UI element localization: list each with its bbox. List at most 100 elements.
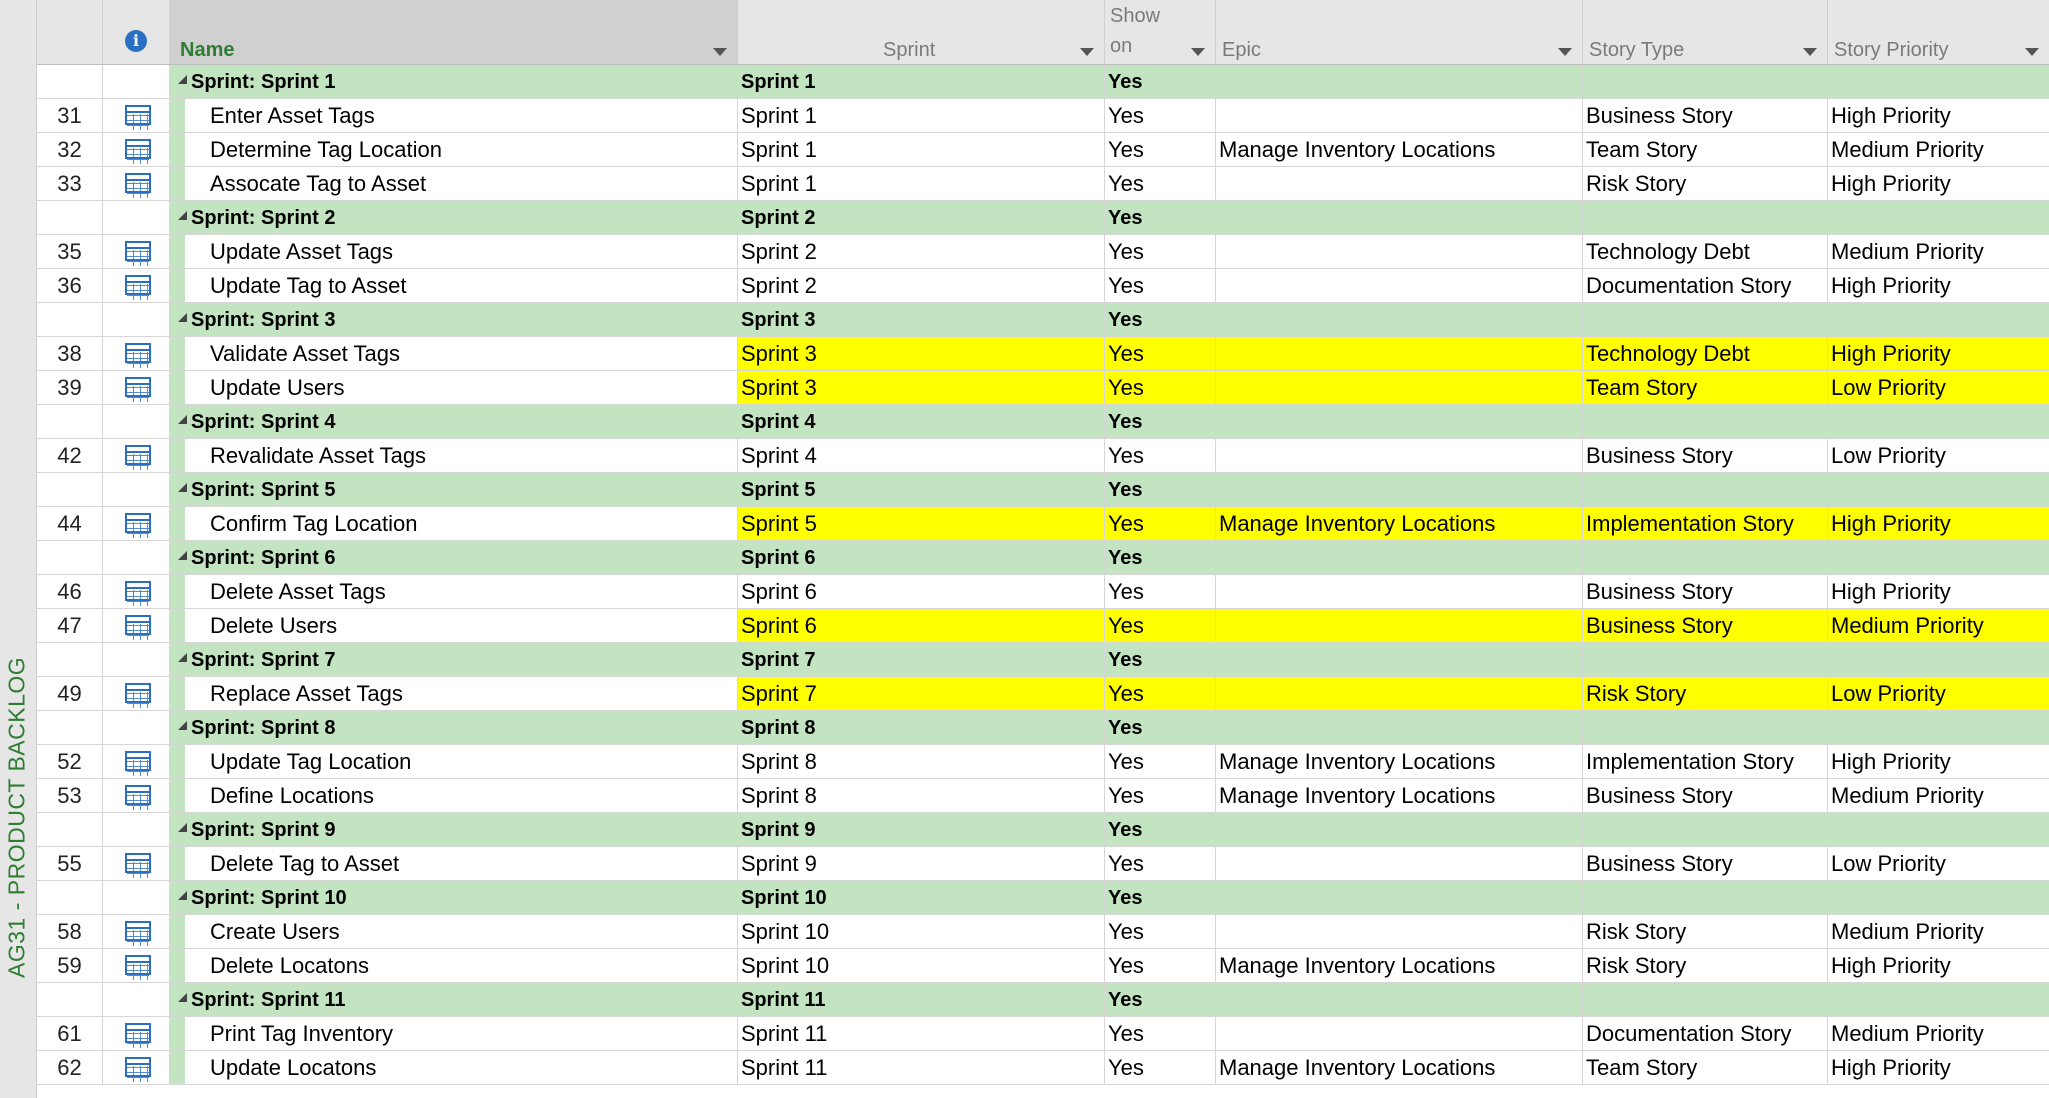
task-name-cell[interactable]: Validate Asset Tags bbox=[170, 337, 738, 370]
epic-cell[interactable]: Manage Inventory Locations bbox=[1216, 133, 1583, 166]
sprint-cell[interactable]: Sprint 1 bbox=[738, 65, 1105, 98]
show-on-cell[interactable]: Yes bbox=[1105, 881, 1216, 914]
row-indicator[interactable] bbox=[103, 473, 170, 506]
story-type-cell[interactable]: Technology Debt bbox=[1583, 235, 1828, 268]
story-priority-cell[interactable]: Low Priority bbox=[1828, 677, 2049, 710]
epic-filter-dropdown-icon[interactable] bbox=[1558, 48, 1572, 56]
show-on-cell[interactable]: Yes bbox=[1105, 609, 1216, 642]
show-on-cell[interactable]: Yes bbox=[1105, 1051, 1216, 1084]
show-on-cell[interactable]: Yes bbox=[1105, 133, 1216, 166]
epic-cell[interactable]: Manage Inventory Locations bbox=[1216, 949, 1583, 982]
task-row[interactable]: 31 Enter Asset Tags Sprint 1 Yes Business St… bbox=[37, 99, 2049, 133]
header-show-on[interactable]: Show on bbox=[1105, 0, 1216, 64]
task-name-cell[interactable]: Update Locatons bbox=[170, 1051, 738, 1084]
task-row[interactable]: 44 Confirm Tag Location Sprint 5 Yes Manage … bbox=[37, 507, 2049, 541]
story-priority-cell[interactable] bbox=[1828, 881, 2049, 914]
row-indicator[interactable] bbox=[103, 677, 170, 710]
story-priority-cell[interactable] bbox=[1828, 473, 2049, 506]
show-on-cell[interactable]: Yes bbox=[1105, 167, 1216, 200]
show-on-cell[interactable]: Yes bbox=[1105, 915, 1216, 948]
story-priority-cell[interactable]: High Priority bbox=[1828, 949, 2049, 982]
show-on-cell[interactable]: Yes bbox=[1105, 983, 1216, 1016]
task-name-cell[interactable]: Delete Users bbox=[170, 609, 738, 642]
show-on-cell[interactable]: Yes bbox=[1105, 813, 1216, 846]
task-row[interactable]: 33 Assocate Tag to Asset Sprint 1 Yes Risk S… bbox=[37, 167, 2049, 201]
sprint-cell[interactable]: Sprint 7 bbox=[738, 677, 1105, 710]
story-type-cell[interactable] bbox=[1583, 983, 1828, 1016]
show-on-cell[interactable]: Yes bbox=[1105, 235, 1216, 268]
epic-cell[interactable] bbox=[1216, 677, 1583, 710]
sprint-cell[interactable]: Sprint 2 bbox=[738, 201, 1105, 234]
task-name-cell[interactable]: Sprint: Sprint 9 bbox=[170, 813, 738, 846]
row-id[interactable] bbox=[37, 405, 103, 438]
show-on-cell[interactable]: Yes bbox=[1105, 269, 1216, 302]
story-type-cell[interactable]: Implementation Story bbox=[1583, 745, 1828, 778]
sprint-cell[interactable]: Sprint 8 bbox=[738, 745, 1105, 778]
row-id[interactable] bbox=[37, 711, 103, 744]
sprint-cell[interactable]: Sprint 6 bbox=[738, 575, 1105, 608]
story-priority-cell[interactable] bbox=[1828, 983, 2049, 1016]
task-row[interactable]: 38 Validate Asset Tags Sprint 3 Yes Technolo… bbox=[37, 337, 2049, 371]
row-id[interactable] bbox=[37, 881, 103, 914]
sprint-cell[interactable]: Sprint 1 bbox=[738, 99, 1105, 132]
task-name-cell[interactable]: Sprint: Sprint 7 bbox=[170, 643, 738, 676]
row-indicator[interactable] bbox=[103, 99, 170, 132]
show-on-cell[interactable]: Yes bbox=[1105, 643, 1216, 676]
epic-cell[interactable] bbox=[1216, 711, 1583, 744]
task-name-cell[interactable]: Delete Asset Tags bbox=[170, 575, 738, 608]
story-type-cell[interactable] bbox=[1583, 201, 1828, 234]
task-row[interactable]: 58 Create Users Sprint 10 Yes Risk Story Medi… bbox=[37, 915, 2049, 949]
sprint-cell[interactable]: Sprint 3 bbox=[738, 303, 1105, 336]
task-name-cell[interactable]: Print Tag Inventory bbox=[170, 1017, 738, 1050]
collapse-triangle-icon[interactable] bbox=[178, 313, 187, 323]
row-indicator[interactable] bbox=[103, 643, 170, 676]
story-type-cell[interactable]: Business Story bbox=[1583, 575, 1828, 608]
story-type-cell[interactable] bbox=[1583, 303, 1828, 336]
collapse-triangle-icon[interactable] bbox=[178, 823, 187, 833]
task-name-cell[interactable]: Sprint: Sprint 6 bbox=[170, 541, 738, 574]
story-type-cell[interactable]: Team Story bbox=[1583, 371, 1828, 404]
story-type-cell[interactable] bbox=[1583, 643, 1828, 676]
sprint-cell[interactable]: Sprint 3 bbox=[738, 337, 1105, 370]
row-indicator[interactable] bbox=[103, 949, 170, 982]
show-on-cell[interactable]: Yes bbox=[1105, 541, 1216, 574]
epic-cell[interactable] bbox=[1216, 439, 1583, 472]
task-row[interactable]: 52 Update Tag Location Sprint 8 Yes Manage I… bbox=[37, 745, 2049, 779]
summary-row[interactable]: Sprint: Sprint 10 Sprint 10 Yes bbox=[37, 881, 2049, 915]
row-indicator[interactable] bbox=[103, 65, 170, 98]
show-on-cell[interactable]: Yes bbox=[1105, 745, 1216, 778]
story-type-cell[interactable]: Business Story bbox=[1583, 99, 1828, 132]
summary-row[interactable]: Sprint: Sprint 6 Sprint 6 Yes bbox=[37, 541, 2049, 575]
row-id[interactable] bbox=[37, 541, 103, 574]
story-priority-cell[interactable]: High Priority bbox=[1828, 745, 2049, 778]
header-story-type[interactable]: Story Type bbox=[1583, 0, 1828, 64]
view-bar[interactable]: AG31 - PRODUCT BACKLOG bbox=[0, 0, 37, 1098]
story-priority-cell[interactable]: Low Priority bbox=[1828, 371, 2049, 404]
epic-cell[interactable] bbox=[1216, 881, 1583, 914]
sprint-cell[interactable]: Sprint 4 bbox=[738, 439, 1105, 472]
epic-cell[interactable]: Manage Inventory Locations bbox=[1216, 507, 1583, 540]
epic-cell[interactable] bbox=[1216, 303, 1583, 336]
row-id[interactable]: 49 bbox=[37, 677, 103, 710]
epic-cell[interactable] bbox=[1216, 643, 1583, 676]
story-type-cell[interactable]: Technology Debt bbox=[1583, 337, 1828, 370]
row-indicator[interactable] bbox=[103, 541, 170, 574]
show-on-cell[interactable]: Yes bbox=[1105, 371, 1216, 404]
row-id[interactable]: 36 bbox=[37, 269, 103, 302]
show-on-cell[interactable]: Yes bbox=[1105, 677, 1216, 710]
epic-cell[interactable] bbox=[1216, 99, 1583, 132]
summary-row[interactable]: Sprint: Sprint 1 Sprint 1 Yes bbox=[37, 65, 2049, 99]
sprint-cell[interactable]: Sprint 6 bbox=[738, 609, 1105, 642]
story-priority-cell[interactable]: Low Priority bbox=[1828, 847, 2049, 880]
story-priority-cell[interactable]: High Priority bbox=[1828, 507, 2049, 540]
sprint-cell[interactable]: Sprint 6 bbox=[738, 541, 1105, 574]
story-type-cell[interactable]: Implementation Story bbox=[1583, 507, 1828, 540]
sprint-cell[interactable]: Sprint 8 bbox=[738, 779, 1105, 812]
header-sprint[interactable]: Sprint bbox=[738, 0, 1105, 64]
summary-row[interactable]: Sprint: Sprint 5 Sprint 5 Yes bbox=[37, 473, 2049, 507]
story-priority-cell[interactable]: High Priority bbox=[1828, 1051, 2049, 1084]
epic-cell[interactable] bbox=[1216, 847, 1583, 880]
task-name-cell[interactable]: Sprint: Sprint 1 bbox=[170, 65, 738, 98]
story-type-cell[interactable]: Business Story bbox=[1583, 847, 1828, 880]
story-type-cell[interactable] bbox=[1583, 711, 1828, 744]
